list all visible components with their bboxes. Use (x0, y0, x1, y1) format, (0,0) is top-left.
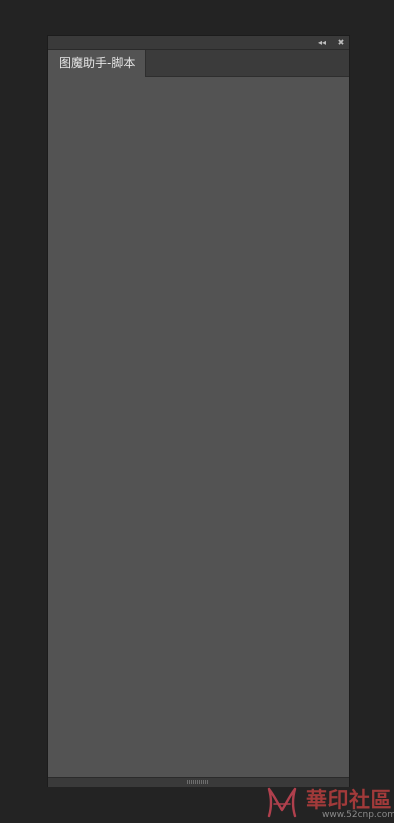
close-panel-icon[interactable]: ✖ (336, 38, 346, 47)
watermark-site-url: www.52cnp.com (322, 810, 394, 820)
panel-content-area (48, 77, 349, 777)
watermark-logo-icon (267, 787, 297, 818)
script-panel: ◂◂ ✖ 图魔助手-脚本 (48, 36, 349, 787)
panel-title-bar[interactable]: ◂◂ ✖ (48, 36, 349, 50)
workspace-background: ◂◂ ✖ 图魔助手-脚本 華印社區 www.52cnp.com (0, 0, 394, 823)
tab-script-helper[interactable]: 图魔助手-脚本 (48, 50, 146, 77)
site-watermark: 華印社區 www.52cnp.com (262, 782, 394, 823)
panel-tab-bar: 图魔助手-脚本 (48, 50, 349, 77)
collapse-panel-icon[interactable]: ◂◂ (317, 38, 327, 47)
resize-grip-icon[interactable] (187, 780, 209, 784)
